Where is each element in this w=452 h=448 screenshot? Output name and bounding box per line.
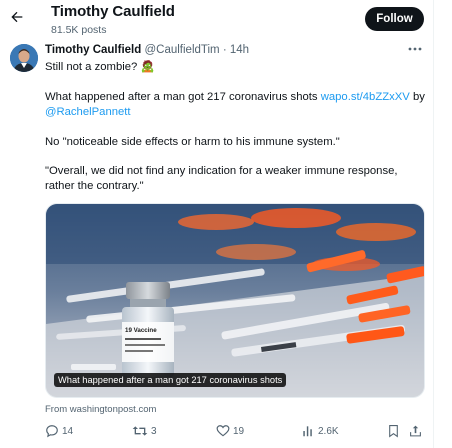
heart-icon [216, 425, 230, 437]
vaccine-photo: 19 Vaccine [46, 204, 424, 397]
reply-icon [46, 425, 58, 438]
tweet-author-handle[interactable]: @CaulfieldTim [144, 44, 219, 56]
back-button[interactable] [6, 6, 28, 28]
view-count: 2.6K [318, 425, 339, 437]
vial-label: 19 Vaccine [125, 327, 157, 334]
reply-count: 14 [62, 425, 74, 437]
tweet-mention-link[interactable]: @RachelPannett [45, 106, 131, 118]
link-card-caption: What happened after a man got 217 corona… [54, 373, 287, 387]
bookmark-button[interactable] [387, 423, 403, 439]
repost-count: 3 [151, 425, 157, 437]
repost-button[interactable]: 3 [132, 423, 157, 439]
share-button[interactable] [409, 423, 425, 439]
more-horizontal-icon [408, 47, 422, 51]
tweet-article-link[interactable]: wapo.st/4bZZxXV [321, 91, 410, 103]
views-button[interactable]: 2.6K [301, 423, 339, 439]
tweet-text-line3: No "noticeable side effects or harm to h… [45, 136, 340, 148]
link-source[interactable]: From washingtonpost.com [45, 404, 156, 415]
tweet-separator: · [222, 44, 227, 56]
reply-button[interactable]: 14 [45, 423, 73, 439]
share-icon [410, 425, 421, 437]
tweet-text-by: by [409, 91, 425, 103]
avatar[interactable] [10, 44, 38, 72]
more-options-button[interactable] [406, 42, 424, 56]
column-divider [433, 0, 434, 448]
repost-icon [132, 426, 148, 436]
follow-button[interactable]: Follow [365, 7, 424, 31]
arrow-left-icon [11, 11, 23, 23]
tweet-text-line2: What happened after a man got 217 corona… [45, 90, 425, 105]
tweet-text-line4a: "Overall, we did not find any indication… [45, 165, 398, 177]
bookmark-icon [389, 425, 398, 438]
tweet-header: Timothy Caulfield @CaulfieldTim · 14h [45, 44, 249, 56]
link-card-image[interactable]: 19 Vaccine What happened after a man got… [45, 203, 425, 398]
views-chart-icon [303, 426, 312, 437]
avatar-portrait [10, 44, 38, 72]
header-profile-name: Timothy Caulfield [51, 3, 175, 20]
tweet-text-line4b: rather the contrary." [45, 180, 144, 192]
tweet-text-line1: Still not a zombie? 🧟 [45, 61, 155, 73]
like-count: 19 [233, 425, 245, 437]
like-button[interactable]: 19 [216, 423, 244, 439]
tweet-timestamp[interactable]: 14h [230, 44, 249, 56]
tweet-author-name[interactable]: Timothy Caulfield [45, 44, 141, 56]
header-post-count: 81.5K posts [51, 24, 107, 36]
tweet-text-headline: What happened after a man got 217 corona… [45, 91, 321, 103]
tweet-text-mention-line: @RachelPannett [45, 105, 131, 120]
profile-header: Timothy Caulfield 81.5K posts Follow [0, 0, 433, 40]
